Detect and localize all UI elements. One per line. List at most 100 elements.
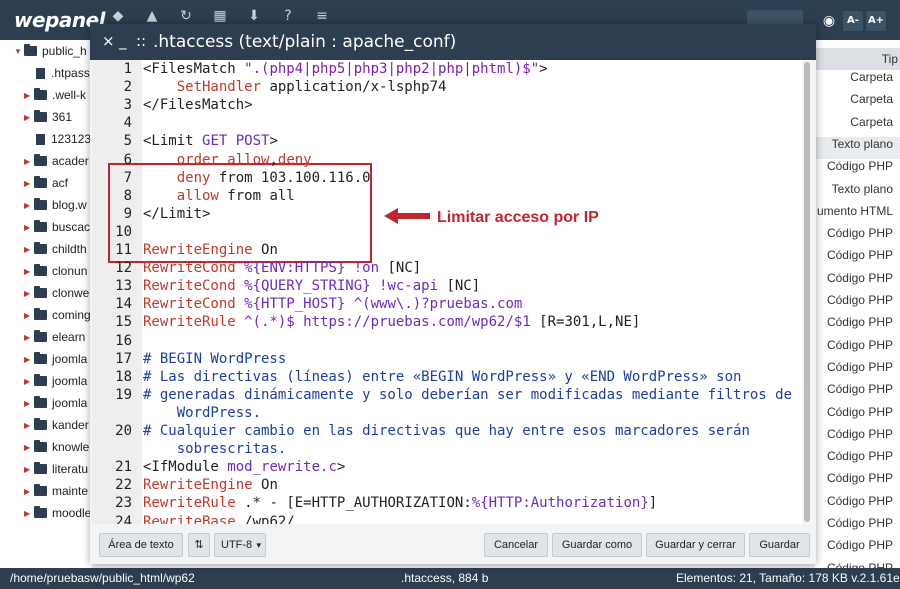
list-item-type[interactable]: Código PHP bbox=[827, 315, 893, 337]
tree-item[interactable]: ▶ acf bbox=[24, 172, 68, 194]
tree-item[interactable]: ▶ clonun bbox=[24, 260, 87, 282]
list-item-type[interactable]: Código PHP bbox=[827, 226, 893, 248]
settings-icon[interactable]: ≡ bbox=[314, 8, 330, 24]
chevron-right-icon[interactable]: ▶ bbox=[24, 377, 34, 386]
chevron-down-icon[interactable]: ▼ bbox=[14, 47, 24, 56]
tree-item[interactable]: ▶ childth bbox=[24, 238, 87, 260]
list-item-type[interactable]: Código PHP bbox=[827, 538, 893, 560]
chevron-right-icon[interactable]: ▶ bbox=[24, 465, 34, 474]
chevron-right-icon[interactable]: ▶ bbox=[24, 113, 34, 122]
tree-item[interactable]: ▶ joomla bbox=[24, 348, 87, 370]
list-item-type[interactable]: Código PHP bbox=[827, 494, 893, 516]
save-as-button[interactable]: Guardar como bbox=[552, 533, 642, 557]
tree-item[interactable]: ▶ 361 bbox=[24, 106, 72, 128]
tree-item[interactable]: ▶ joomla bbox=[24, 392, 87, 414]
list-item-type[interactable]: Código PHP bbox=[827, 293, 893, 315]
chevron-right-icon[interactable]: ▶ bbox=[24, 223, 34, 232]
tree-item[interactable]: ▶ joomla bbox=[24, 370, 87, 392]
list-item-type[interactable]: Carpeta bbox=[850, 92, 893, 114]
code-line[interactable]: RewriteCond %{ENV:HTTPS} !on [NC] bbox=[143, 259, 421, 277]
close-icon[interactable]: × bbox=[102, 32, 115, 50]
code-line[interactable]: </FilesMatch> bbox=[143, 96, 253, 114]
code-editor[interactable]: Limitar acceso por IP 1 <FilesMatch ".(ph… bbox=[92, 60, 812, 549]
list-item-type[interactable]: Carpeta bbox=[850, 70, 893, 92]
list-item-type[interactable]: Código PHP bbox=[827, 248, 893, 270]
chevron-right-icon[interactable]: ▶ bbox=[24, 421, 34, 430]
list-item-type[interactable]: Carpeta bbox=[850, 115, 893, 137]
list-item-type[interactable]: Código PHP bbox=[827, 405, 893, 427]
chevron-right-icon[interactable]: ▶ bbox=[24, 311, 34, 320]
list-item-type[interactable]: Código PHP bbox=[827, 338, 893, 360]
code-line[interactable]: order allow,deny bbox=[143, 151, 312, 169]
textarea-button[interactable]: Área de texto bbox=[99, 533, 183, 557]
tree-item[interactable]: ▶ mainte bbox=[24, 480, 88, 502]
editor-scrollbar[interactable] bbox=[802, 60, 812, 549]
code-line[interactable]: SetHandler application/x-lsphp74 bbox=[143, 78, 447, 96]
list-item-type[interactable]: Código PHP bbox=[827, 271, 893, 293]
chevron-right-icon[interactable]: ▶ bbox=[24, 509, 34, 518]
tree-item[interactable]: ▶ blog.w bbox=[24, 194, 87, 216]
minimize-icon[interactable]: _ bbox=[119, 32, 127, 50]
code-line[interactable]: # Cualquier cambio en las directivas que… bbox=[143, 422, 750, 440]
grid-icon[interactable]: ▦ bbox=[212, 8, 228, 24]
list-item-type[interactable]: Texto plano bbox=[832, 137, 893, 159]
encoding-select[interactable]: UTF-8 ▾ bbox=[214, 533, 266, 557]
tree-item[interactable]: ▶ coming bbox=[24, 304, 91, 326]
cancel-button[interactable]: Cancelar bbox=[484, 533, 548, 557]
list-item-type[interactable]: Código PHP bbox=[827, 427, 893, 449]
tree-item[interactable]: 123123 bbox=[24, 128, 91, 150]
code-line[interactable]: WordPress. bbox=[143, 404, 261, 422]
code-line[interactable]: RewriteRule .* - [E=HTTP_AUTHORIZATION:%… bbox=[143, 494, 657, 512]
tree-item[interactable]: ▶ elearn bbox=[24, 326, 85, 348]
eye-icon[interactable]: ◉ bbox=[820, 11, 838, 31]
tree-item[interactable]: ▶ knowle bbox=[24, 436, 89, 458]
chevron-right-icon[interactable]: ▶ bbox=[24, 443, 34, 452]
code-line[interactable]: deny from 103.100.116.0 bbox=[143, 169, 371, 187]
scrollbar-thumb[interactable] bbox=[804, 62, 810, 522]
tree-item[interactable]: ▼ public_h bbox=[14, 40, 87, 62]
font-decrease-button[interactable]: A- bbox=[843, 11, 863, 31]
refresh-icon[interactable]: ↻ bbox=[178, 8, 194, 24]
chevron-right-icon[interactable]: ▶ bbox=[24, 179, 34, 188]
code-line[interactable]: </Limit> bbox=[143, 205, 210, 223]
list-item-type[interactable]: Código PHP bbox=[827, 471, 893, 493]
fullscreen-icon[interactable]: :: bbox=[136, 32, 146, 50]
code-line[interactable]: RewriteRule ^(.*)$ https://pruebas.com/w… bbox=[143, 313, 640, 331]
tree-item[interactable]: ▶ literatu bbox=[24, 458, 88, 480]
list-item-type[interactable]: Código PHP bbox=[827, 516, 893, 538]
list-item-type[interactable]: Texto plano bbox=[832, 182, 893, 204]
list-item-type[interactable]: umento HTML bbox=[817, 204, 893, 226]
chevron-right-icon[interactable]: ▶ bbox=[24, 289, 34, 298]
chevron-right-icon[interactable]: ▶ bbox=[24, 267, 34, 276]
list-item-type[interactable]: Código PHP bbox=[827, 561, 893, 568]
code-line[interactable]: RewriteEngine On bbox=[143, 241, 278, 259]
code-line[interactable]: <IfModule mod_rewrite.c> bbox=[143, 458, 345, 476]
save-close-button[interactable]: Guardar y cerrar bbox=[646, 533, 745, 557]
settings-sliders-icon[interactable]: ⇅ bbox=[188, 533, 210, 557]
upload-icon[interactable]: ▲ bbox=[144, 8, 160, 24]
download-icon[interactable]: ⬇ bbox=[246, 8, 262, 24]
code-line[interactable]: <Limit GET POST> bbox=[143, 132, 278, 150]
code-line[interactable]: <FilesMatch ".(php4|php5|php3|php2|php|p… bbox=[143, 60, 548, 78]
tree-item[interactable]: ▶ moodle bbox=[24, 502, 91, 524]
chevron-right-icon[interactable]: ▶ bbox=[24, 157, 34, 166]
save-button[interactable]: Guardar bbox=[749, 533, 810, 557]
tree-item[interactable]: ▶ buscac bbox=[24, 216, 90, 238]
chevron-right-icon[interactable]: ▶ bbox=[24, 487, 34, 496]
code-line[interactable]: allow from all bbox=[143, 187, 295, 205]
code-line[interactable]: RewriteCond %{HTTP_HOST} ^(www\.)?prueba… bbox=[143, 295, 522, 313]
code-line[interactable]: # Las directivas (líneas) entre «BEGIN W… bbox=[143, 368, 741, 386]
column-header-type[interactable]: Tip bbox=[815, 48, 900, 70]
code-line[interactable]: # generadas dinámicamente y solo debería… bbox=[143, 386, 792, 404]
tree-item[interactable]: ▶ kander bbox=[24, 414, 89, 436]
code-line[interactable]: # BEGIN WordPress bbox=[143, 350, 286, 368]
chevron-right-icon[interactable]: ▶ bbox=[24, 355, 34, 364]
chevron-right-icon[interactable]: ▶ bbox=[24, 333, 34, 342]
code-line[interactable]: sobrescritas. bbox=[143, 440, 287, 458]
font-increase-button[interactable]: A+ bbox=[866, 11, 886, 31]
tree-item[interactable]: ▶ clonwe bbox=[24, 282, 89, 304]
list-item-type[interactable]: Código PHP bbox=[827, 159, 893, 181]
tree-item[interactable]: ▶ acader bbox=[24, 150, 89, 172]
chevron-right-icon[interactable]: ▶ bbox=[24, 91, 34, 100]
chevron-right-icon[interactable]: ▶ bbox=[24, 245, 34, 254]
